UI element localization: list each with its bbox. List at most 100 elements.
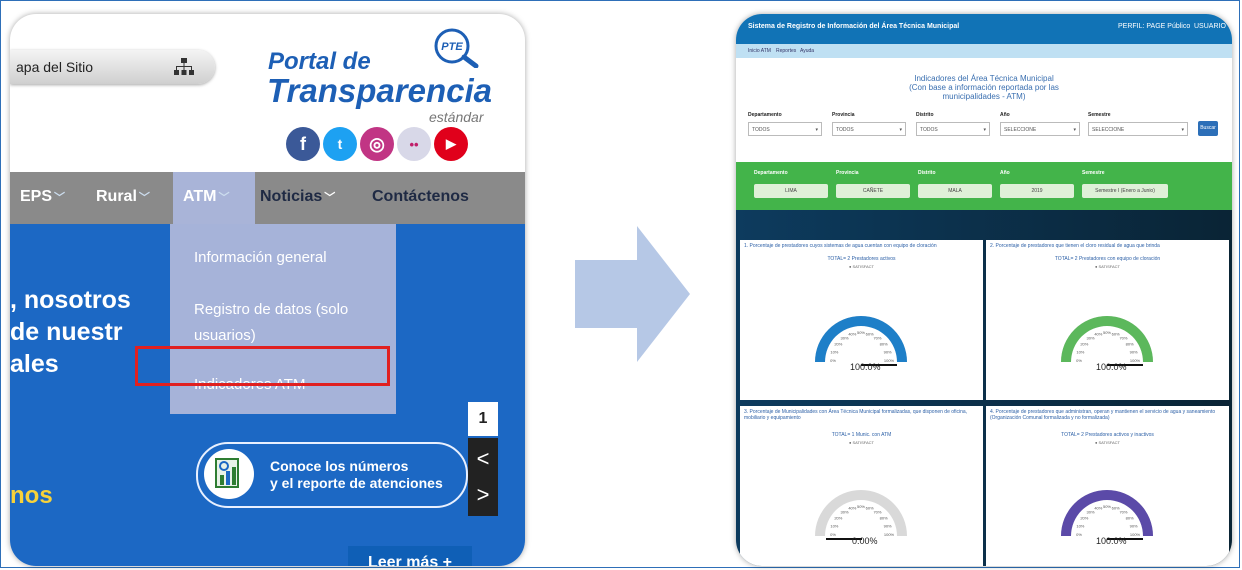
hero-line3: ales: [10, 350, 59, 378]
system-topbar: Sistema de Registro de Información del Á…: [736, 14, 1232, 44]
conoce-numeros-label: Conoce los números y el reporte de atenc…: [270, 458, 443, 491]
hero-line2: de nuestr: [10, 318, 123, 346]
indicator-card-1: 1. Porcentaje de prestadores cuyos siste…: [740, 240, 983, 400]
chevron-down-icon: ﹀: [324, 192, 336, 204]
chevron-down-icon: ﹀: [54, 192, 66, 204]
summary-value: 2019: [1000, 184, 1074, 198]
subnav-inicio[interactable]: Inicio ATM: [748, 48, 771, 54]
gauge-tick-label: 80%: [880, 342, 888, 347]
logo-subtitle: estándar: [429, 109, 484, 125]
slider-page-number: 1: [468, 402, 498, 436]
distrito-select[interactable]: TODOS ▾: [916, 122, 990, 136]
leer-mas-button[interactable]: Leer más +: [348, 546, 472, 566]
gauge-tick-label: 90%: [1130, 523, 1138, 528]
summary-label: Distrito: [918, 170, 936, 176]
summary-value: MALA: [918, 184, 992, 198]
nav-eps[interactable]: EPS ﹀: [20, 188, 65, 206]
logo-line2: Transparencia: [267, 72, 493, 109]
menu-item-informacion-general[interactable]: Información general: [194, 244, 327, 271]
slider-prev-button[interactable]: <: [468, 438, 498, 472]
pte-logo-icon: PTE: [434, 28, 479, 68]
gauge-tick-label: 90%: [1130, 349, 1138, 354]
system-title: Sistema de Registro de Información del Á…: [748, 23, 960, 30]
gauge-value: 100.0%: [1096, 362, 1127, 372]
portal-screenshot: apa del Sitio Portal de Transparencia es…: [10, 14, 525, 566]
gauge-tick-label: 50%: [1103, 504, 1111, 509]
arrow-right-icon: [575, 226, 690, 362]
slider-next-button[interactable]: >: [468, 472, 498, 508]
gauge-chart: 0%10%20%30%40% 50% 60%70%80%90%100%: [815, 316, 907, 366]
card-legend: ● SATISFACT: [848, 264, 874, 269]
filter-label: Provincia: [832, 112, 855, 118]
gauge-tick-label: 40%: [848, 505, 856, 510]
twitter-icon[interactable]: t: [323, 127, 357, 161]
nav-atm[interactable]: ATM ﹀: [183, 188, 229, 206]
card-subtitle: TOTAL= 2 Prestadores activos: [827, 256, 896, 262]
sitemap-icon: [174, 58, 194, 75]
card-subtitle: TOTAL= 2 Prestadores activos y inactivos: [1061, 432, 1154, 438]
nav-contactenos[interactable]: Contáctenos: [372, 188, 469, 206]
card-legend: ● SATISFACT: [1094, 264, 1120, 269]
summary-label: Departamento: [754, 170, 788, 176]
gauge-tick-label: 50%: [857, 330, 865, 335]
filter-label: Distrito: [916, 112, 934, 118]
gauge-tick-label: 40%: [1094, 331, 1102, 336]
gauge-value: 100.0%: [1096, 536, 1127, 546]
site-map-label: apa del Sitio: [16, 59, 94, 75]
indicator-card-4: 4. Porcentaje de prestadores que adminis…: [986, 406, 1229, 566]
gauge-tick-label: 20%: [834, 342, 842, 347]
site-map-button[interactable]: apa del Sitio: [10, 50, 215, 84]
subnav-ayuda[interactable]: Ayuda: [800, 48, 814, 54]
hero-highlight: nos: [10, 482, 53, 509]
gauge-tick-label: 100%: [884, 532, 895, 537]
gauge-tick-label: 90%: [884, 349, 892, 354]
summary-label: Año: [1000, 170, 1010, 176]
menu-item-registro-datos[interactable]: Registro de datos (solo: [194, 296, 348, 323]
youtube-icon[interactable]: ▶: [434, 127, 468, 161]
gauge-chart: 0%10%20%30%40% 50% 60%70%80%90%100%: [1061, 490, 1153, 540]
gauge-chart: 0%10%20%30%40% 50% 60%70%80%90%100%: [1061, 316, 1153, 366]
card-subtitle: TOTAL= 1 Munic. con ATM: [831, 432, 892, 438]
menu-item-registro-datos-line2[interactable]: usuarios): [194, 322, 256, 349]
gauge-fill: [815, 316, 907, 362]
gauge-tick-label: 0%: [830, 532, 836, 537]
sub-nav: Inicio ATM Reportes Ayuda: [736, 44, 1232, 58]
card-legend: ● SATISFACT: [848, 440, 874, 445]
indicator-card-3: 3. Porcentaje de Municipalidades con Áre…: [740, 406, 983, 566]
indicadores-screenshot: Sistema de Registro de Información del Á…: [736, 14, 1232, 566]
heading-line1: Indicadores del Área Técnica Municipal: [914, 74, 1054, 83]
gauge-tick-label: 70%: [873, 335, 881, 340]
report-chart-icon: [204, 449, 254, 499]
buscar-button[interactable]: Buscar: [1198, 121, 1218, 136]
gauge-fill: [1061, 490, 1153, 536]
anio-select[interactable]: SELECCIONE ▾: [1000, 122, 1080, 136]
facebook-icon[interactable]: f: [286, 127, 320, 161]
gauge-tick-label: 80%: [880, 516, 888, 521]
gauge-tick-label: 10%: [1076, 349, 1084, 354]
gauge-tick-label: 0%: [1076, 358, 1082, 363]
user-profile-link[interactable]: PERFIL: PAGE Público: [1118, 23, 1190, 30]
semestre-select[interactable]: SELECCIONE ▾: [1088, 122, 1188, 136]
departamento-select[interactable]: TODOS ▾: [748, 122, 822, 136]
slider-controls: < >: [468, 438, 498, 516]
provincia-select[interactable]: TODOS ▾: [832, 122, 906, 136]
chevron-down-icon: ﹀: [218, 192, 230, 204]
user-menu-link[interactable]: USUARIO: [1194, 23, 1226, 30]
conoce-numeros-button[interactable]: Conoce los números y el reporte de atenc…: [196, 442, 468, 508]
card-title: 2. Porcentaje de prestadores que tienen …: [990, 243, 1160, 249]
gauge-chart: 0%10%20%30%40% 50% 60%70%80%90%100%: [815, 490, 907, 540]
card-subtitle: TOTAL= 2 Prestadores con equipo de clora…: [1054, 256, 1161, 262]
filter-label: Año: [1000, 112, 1010, 118]
card-legend: ● SATISFACT: [1094, 440, 1120, 445]
instagram-icon[interactable]: ◎: [360, 127, 394, 161]
gauge-tick-label: 100%: [1130, 532, 1141, 537]
nav-rural[interactable]: Rural ﹀: [96, 188, 150, 206]
gauge-tick-label: 40%: [848, 331, 856, 336]
indicators-heading: Indicadores del Área Técnica Municipal (…: [886, 74, 1082, 101]
gauge-tick-label: 40%: [1094, 505, 1102, 510]
subnav-reportes[interactable]: Reportes: [776, 48, 796, 54]
svg-text:PTE: PTE: [441, 41, 463, 53]
card-title: 4. Porcentaje de prestadores que adminis…: [990, 409, 1216, 421]
flickr-icon[interactable]: ••: [397, 127, 431, 161]
nav-noticias[interactable]: Noticias ﹀: [260, 188, 335, 206]
